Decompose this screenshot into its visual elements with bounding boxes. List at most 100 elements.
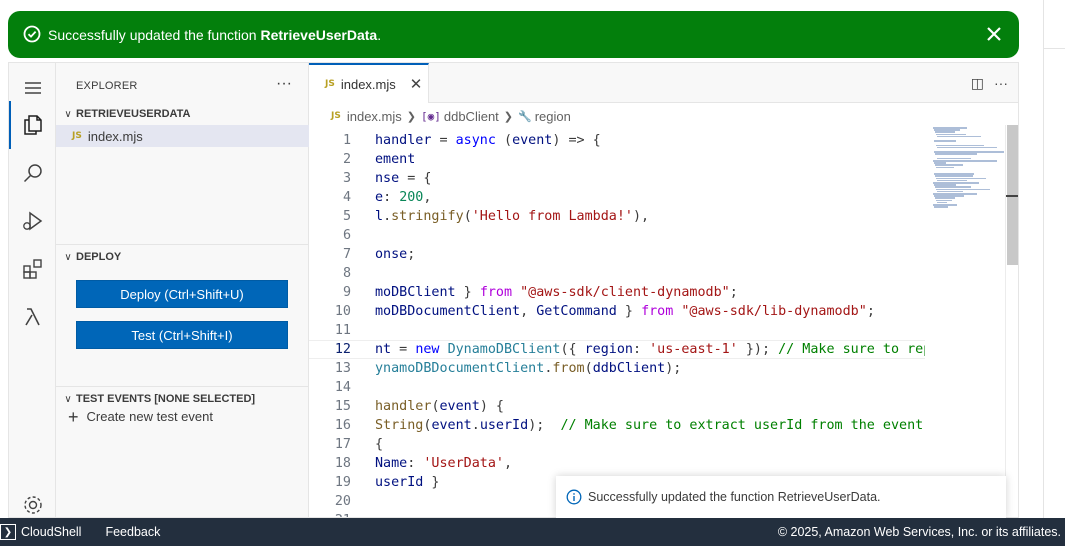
minimap-line: [937, 135, 981, 138]
more-actions-icon[interactable]: ···: [276, 75, 292, 93]
deploy-section-title: DEPLOY: [76, 251, 122, 263]
code-line[interactable]: 14: [309, 378, 925, 397]
test-events-section-header[interactable]: ∨ TEST EVENTS [NONE SELECTED]: [56, 388, 309, 410]
code-editor[interactable]: 1 handler = async (event) => {2 ement 3 nse …: [309, 125, 925, 517]
deploy-section-header[interactable]: ∨ DEPLOY: [56, 246, 309, 268]
explorer-sidebar: EXPLORER ··· ∨ RETRIEVEUSERDATA JS index…: [56, 63, 309, 517]
lambda-console: Successfully updated the function Retrie…: [0, 0, 1065, 546]
extensions-icon[interactable]: [21, 257, 45, 281]
vertical-scrollbar[interactable]: [1005, 125, 1018, 517]
chevron-right-icon: ❯: [406, 110, 416, 123]
file-item-index[interactable]: JS index.mjs: [56, 125, 309, 147]
breadcrumb-item-file[interactable]: JS index.mjs: [331, 109, 402, 124]
tab-label: index.mjs: [340, 76, 396, 92]
wrench-icon: 🔧: [518, 109, 532, 123]
chevron-down-icon: ∨: [64, 108, 72, 120]
line-number: 15: [334, 399, 351, 414]
line-number: 16: [334, 418, 351, 433]
close-icon[interactable]: [985, 25, 1003, 43]
code-text: Name: 'UserData',: [375, 456, 513, 471]
code-text: userId }: [375, 475, 440, 490]
code-line[interactable]: 15 handler(event) {: [309, 397, 925, 416]
line-number: 6: [342, 228, 351, 243]
minimap-line: [934, 140, 956, 142]
code-text: moDBClient } from "@aws-sdk/client-dynam…: [375, 285, 738, 300]
console-footer: ❯ CloudShell Feedback © 2025, Amazon Web…: [0, 518, 1065, 546]
code-text: onse;: [375, 247, 416, 262]
code-text: ynamoDBDocumentClient.from(ddbClient);: [375, 361, 682, 376]
split-editor-icon[interactable]: ◫: [971, 75, 984, 92]
code-line[interactable]: 8: [309, 264, 925, 283]
code-text: handler = async (event) => {: [375, 133, 601, 148]
breadcrumb-item-variable[interactable]: [◉] ddbClient: [421, 109, 499, 124]
toast-message: Successfully updated the function Retrie…: [588, 490, 881, 504]
folder-name: RETRIEVEUSERDATA: [76, 108, 191, 120]
js-file-icon: JS: [331, 111, 341, 121]
settings-gear-icon[interactable]: [21, 493, 45, 517]
js-file-icon: JS: [72, 131, 82, 141]
banner-message: Successfully updated the function Retrie…: [48, 26, 382, 43]
breadcrumb-item-property[interactable]: 🔧 region: [518, 109, 571, 124]
breadcrumb: JS index.mjs ❯ [◉] ddbClient ❯ 🔧 region: [331, 105, 571, 127]
cloudshell-button[interactable]: ❯ CloudShell: [0, 524, 81, 540]
code-line[interactable]: 6: [309, 226, 925, 245]
code-line[interactable]: 11: [309, 321, 925, 340]
deploy-button[interactable]: Deploy (Ctrl+Shift+U): [76, 280, 288, 308]
code-line[interactable]: 2 ement: [309, 150, 925, 169]
chevron-down-icon: ∨: [64, 393, 72, 405]
lambda-icon[interactable]: [21, 305, 45, 329]
code-line[interactable]: 7 onse;: [309, 245, 925, 264]
line-number: 3: [342, 171, 351, 186]
code-line[interactable]: 12 nt = new DynamoDBClient({ region: 'us-…: [309, 340, 925, 359]
minimap[interactable]: [925, 125, 1005, 517]
more-actions-icon[interactable]: ···: [994, 75, 1008, 92]
minimap-line: [936, 166, 954, 169]
line-number: 10: [334, 304, 351, 319]
line-number: 18: [334, 456, 351, 471]
line-number: 19: [334, 475, 351, 490]
tab-index-mjs[interactable]: JS index.mjs ✕: [309, 63, 429, 103]
editor-actions: ◫ ···: [971, 75, 1008, 92]
banner-function-name: RetrieveUserData: [260, 26, 378, 43]
line-number: 17: [334, 437, 351, 452]
code-line[interactable]: 1 handler = async (event) => {: [309, 131, 925, 150]
line-number: 4: [342, 190, 351, 205]
code-line[interactable]: 3 nse = {: [309, 169, 925, 188]
code-line[interactable]: 16 String(event.userId); // Make sure to …: [309, 416, 925, 435]
run-debug-icon[interactable]: [21, 209, 45, 233]
test-events-title: TEST EVENTS [NONE SELECTED]: [76, 393, 256, 405]
editor-pane: JS index.mjs ✕ ◫ ··· JS index.mjs ❯ [◉] dd…: [309, 63, 1018, 517]
line-number: 14: [334, 380, 351, 395]
minimap-line: [934, 206, 948, 208]
close-tab-icon[interactable]: ✕: [410, 75, 423, 93]
file-name: index.mjs: [87, 128, 143, 144]
line-number: 2: [342, 152, 351, 167]
create-test-event-button[interactable]: + Create new test event: [68, 408, 213, 426]
js-file-icon: JS: [325, 79, 335, 89]
code-line[interactable]: 13 ynamoDBDocumentClient.from(ddbClient);: [309, 359, 925, 378]
create-test-event-label: Create new test event: [86, 409, 213, 424]
chevron-down-icon: ∨: [64, 251, 72, 263]
section-divider: [56, 244, 309, 245]
info-icon: [566, 489, 582, 505]
scroll-position-marker: [1006, 195, 1018, 197]
copyright-text: © 2025, Amazon Web Services, Inc. or its…: [777, 525, 1061, 539]
code-line[interactable]: 5 l.stringify('Hello from Lambda!'),: [309, 207, 925, 226]
test-button[interactable]: Test (Ctrl+Shift+I): [76, 321, 288, 349]
code-line[interactable]: 17 {: [309, 435, 925, 454]
code-text: l.stringify('Hello from Lambda!'),: [375, 209, 650, 224]
code-line[interactable]: 4 e: 200,: [309, 188, 925, 207]
feedback-link[interactable]: Feedback: [105, 525, 160, 539]
code-line[interactable]: 9 moDBClient } from "@aws-sdk/client-dyna…: [309, 283, 925, 302]
search-icon[interactable]: [21, 161, 45, 185]
code-line[interactable]: 18 Name: 'UserData',: [309, 454, 925, 473]
folder-section-header[interactable]: ∨ RETRIEVEUSERDATA: [56, 103, 309, 125]
menu-icon[interactable]: [21, 76, 45, 100]
code-text: nse = {: [375, 171, 432, 186]
line-number: 13: [334, 361, 351, 376]
code-line[interactable]: 10 moDBDocumentClient, GetCommand } from …: [309, 302, 925, 321]
page-right-edge: [1043, 0, 1065, 518]
variable-icon: [◉]: [420, 109, 441, 123]
cloudshell-label: CloudShell: [21, 525, 82, 539]
explorer-files-icon[interactable]: [21, 113, 45, 137]
